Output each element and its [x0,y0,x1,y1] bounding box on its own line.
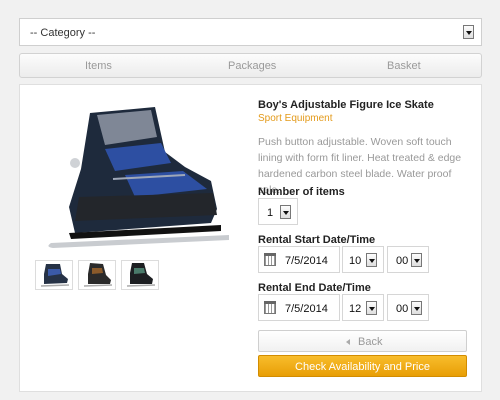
tab-items[interactable]: Items [85,60,112,72]
check-availability-button[interactable]: Check Availability and Price [258,355,467,377]
end-hour-select[interactable]: 12 [342,294,384,321]
check-availability-label: Check Availability and Price [295,361,430,373]
items-label: Number of items [258,186,345,198]
items-select[interactable]: 1 [258,198,298,225]
start-hour-value: 10 [349,255,362,267]
thumbnail-2[interactable] [78,260,116,290]
start-hour-select[interactable]: 10 [342,246,384,273]
end-minute-select[interactable]: 00 [387,294,429,321]
end-label: Rental End Date/Time [258,282,371,294]
chevron-down-icon[interactable] [411,301,422,315]
back-button-label: Back [358,336,383,348]
end-minute-value: 00 [396,303,409,315]
start-date-field[interactable]: 7/5/2014 [258,246,340,273]
start-minute-select[interactable]: 00 [387,246,429,273]
product-title: Boy's Adjustable Figure Ice Skate [258,99,434,111]
items-value: 1 [267,207,274,219]
chevron-down-icon[interactable] [366,253,377,267]
end-date-value: 7/5/2014 [285,303,328,315]
start-minute-value: 00 [396,255,409,267]
chevron-down-icon[interactable] [280,205,291,219]
arrow-left-icon [346,339,350,345]
start-label: Rental Start Date/Time [258,234,376,246]
back-button[interactable]: Back [258,330,467,352]
thumbnail-3[interactable] [121,260,159,290]
end-date-field[interactable]: 7/5/2014 [258,294,340,321]
calendar-icon[interactable] [264,253,276,266]
tab-bar: Items Packages Basket [19,53,482,78]
chevron-down-icon[interactable] [463,25,474,39]
tab-packages[interactable]: Packages [228,60,276,72]
start-date-value: 7/5/2014 [285,255,328,267]
product-category: Sport Equipment [258,113,333,124]
chevron-down-icon[interactable] [366,301,377,315]
product-image [48,107,229,248]
calendar-icon[interactable] [264,301,276,314]
category-select-value: -- Category -- [30,27,96,39]
tab-basket[interactable]: Basket [387,60,421,72]
end-hour-value: 12 [349,303,362,315]
product-panel: Boy's Adjustable Figure Ice Skate Sport … [19,84,482,392]
chevron-down-icon[interactable] [411,253,422,267]
thumbnail-1[interactable] [35,260,73,290]
category-select[interactable]: -- Category -- [19,18,482,46]
